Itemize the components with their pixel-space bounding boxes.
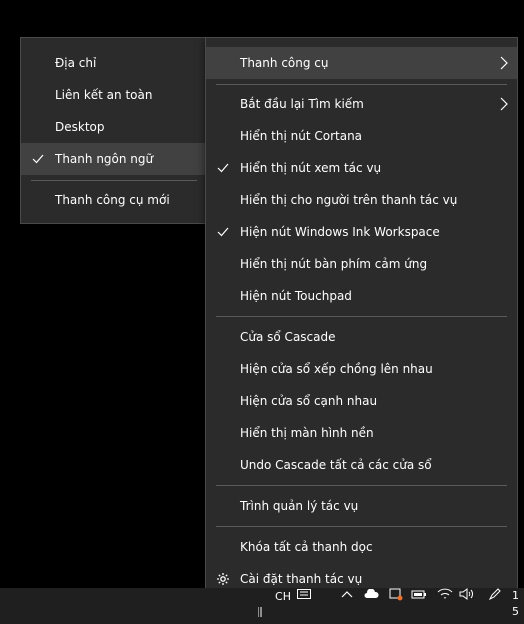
menu-item-show-ink-workspace[interactable]: Hiện nút Windows Ink Workspace: [206, 216, 517, 248]
volume-icon[interactable]: [458, 582, 476, 606]
menu-item-show-stacked[interactable]: Hiện cửa sổ xếp chồng lên nhau: [206, 353, 517, 385]
menu-item-label: Hiển thị cho người trên thanh tác vụ: [240, 193, 458, 207]
check-icon: [216, 225, 230, 239]
menu-separator: [216, 485, 507, 486]
menu-item-toolbars[interactable]: Thanh công cụ: [206, 47, 517, 79]
menu-item-task-manager[interactable]: Trình quản lý tác vụ: [206, 490, 517, 522]
menu-item-label: Thanh công cụ: [240, 56, 329, 70]
chevron-right-icon: [499, 56, 509, 70]
menu-item-show-task-view[interactable]: Hiển thị nút xem tác vụ: [206, 152, 517, 184]
submenu-item-desktop[interactable]: Desktop: [21, 111, 207, 143]
submenu-item-address[interactable]: Địa chỉ: [21, 47, 207, 79]
menu-separator: [216, 316, 507, 317]
taskbar-context-menu: Thanh công cụ Bắt đầu lại Tìm kiếm Hiển …: [205, 37, 518, 604]
task-view-marker: [255, 600, 265, 624]
taskbar[interactable]: CH 1 5: [0, 588, 524, 624]
menu-item-label: Hiện cửa sổ xếp chồng lên nhau: [240, 362, 433, 376]
menu-item-label: Hiện cửa sổ cạnh nhau: [240, 394, 378, 408]
submenu-item-label: Thanh công cụ mới: [55, 193, 170, 207]
menu-item-label: Hiện nút Windows Ink Workspace: [240, 225, 440, 239]
language-label: CH: [275, 589, 291, 603]
submenu-item-label: Thanh ngôn ngữ: [55, 152, 154, 166]
language-indicator[interactable]: CH: [272, 584, 294, 608]
clock-time: 1: [512, 589, 519, 602]
menu-item-label: Hiển thị màn hình nền: [240, 426, 374, 440]
menu-item-label: Hiển thị nút xem tác vụ: [240, 161, 382, 175]
menu-item-cascade-windows[interactable]: Cửa sổ Cascade: [206, 321, 517, 353]
menu-item-restart-search[interactable]: Bắt đầu lại Tìm kiếm: [206, 88, 517, 120]
menu-separator: [216, 526, 507, 527]
menu-item-show-side-by-side[interactable]: Hiện cửa sổ cạnh nhau: [206, 385, 517, 417]
menu-item-label: Hiển thị nút Cortana: [240, 129, 363, 143]
submenu-item-language-bar[interactable]: Thanh ngôn ngữ: [21, 143, 207, 175]
submenu-item-label: Liên kết an toàn: [55, 88, 153, 102]
menu-item-label: Khóa tất cả thanh dọc: [240, 540, 373, 554]
menu-item-show-touchpad[interactable]: Hiện nút Touchpad: [206, 280, 517, 312]
menu-item-label: Hiện nút Touchpad: [240, 289, 352, 303]
menu-item-label: Cửa sổ Cascade: [240, 330, 336, 344]
menu-item-label: Hiển thị nút bàn phím cảm ứng: [240, 257, 428, 271]
menu-item-show-people[interactable]: Hiển thị cho người trên thanh tác vụ: [206, 184, 517, 216]
submenu-item-links[interactable]: Liên kết an toàn: [21, 79, 207, 111]
menu-item-label: Undo Cascade tất cả các cửa sổ: [240, 458, 432, 472]
menu-item-show-desktop[interactable]: Hiển thị màn hình nền: [206, 417, 517, 449]
clock[interactable]: 1 5: [512, 586, 524, 622]
cloud-icon[interactable]: [362, 582, 380, 606]
menu-item-show-touch-keyboard[interactable]: Hiển thị nút bàn phím cảm ứng: [206, 248, 517, 280]
chevron-up-icon[interactable]: [340, 582, 354, 606]
menu-item-label: Trình quản lý tác vụ: [240, 499, 359, 513]
check-icon: [31, 152, 45, 166]
wifi-icon[interactable]: [436, 582, 454, 606]
submenu-item-label: Địa chỉ: [55, 56, 97, 70]
menu-item-show-cortana[interactable]: Hiển thị nút Cortana: [206, 120, 517, 152]
submenu-item-label: Desktop: [55, 120, 105, 134]
chevron-right-icon: [499, 97, 509, 111]
menu-separator: [31, 180, 197, 181]
menu-item-lock-taskbars[interactable]: Khóa tất cả thanh dọc: [206, 531, 517, 563]
gear-icon: [216, 572, 230, 586]
toolbars-submenu: Địa chỉ Liên kết an toàn Desktop Thanh n…: [20, 37, 208, 224]
menu-separator: [216, 84, 507, 85]
keyboard-icon[interactable]: [296, 582, 312, 606]
check-icon: [216, 161, 230, 175]
menu-item-undo-cascade[interactable]: Undo Cascade tất cả các cửa sổ: [206, 449, 517, 481]
clock-date: 5: [512, 605, 519, 618]
submenu-item-new-toolbar[interactable]: Thanh công cụ mới: [21, 184, 207, 216]
pen-icon[interactable]: [486, 582, 504, 606]
network-icon[interactable]: [386, 582, 404, 606]
menu-item-label: Bắt đầu lại Tìm kiếm: [240, 97, 364, 111]
battery-icon[interactable]: [410, 582, 428, 606]
